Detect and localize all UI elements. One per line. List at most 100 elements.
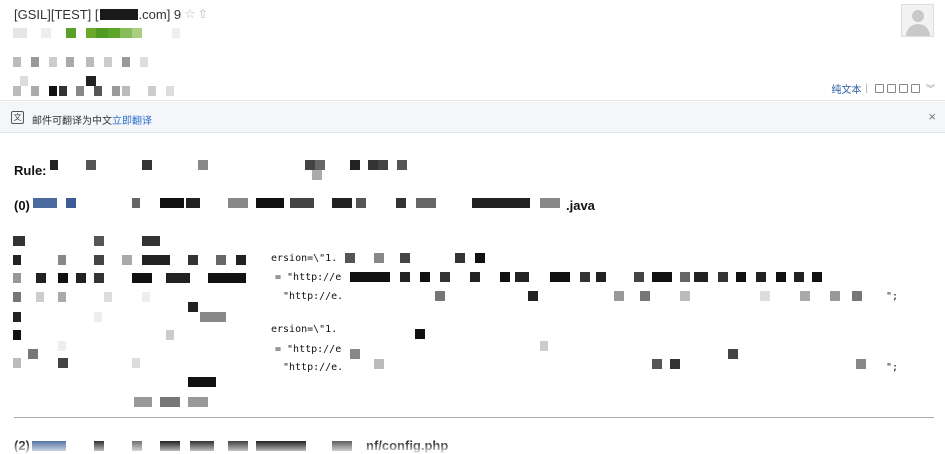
pixel-block bbox=[397, 160, 407, 170]
pixel-block bbox=[76, 86, 84, 96]
pixel-block bbox=[470, 272, 480, 282]
pixel-block bbox=[670, 359, 680, 369]
pixel-block bbox=[132, 28, 142, 38]
print-icon[interactable] bbox=[910, 84, 920, 93]
pixel-block bbox=[31, 86, 39, 96]
pixel-block bbox=[31, 57, 39, 67]
pixel-block bbox=[134, 397, 152, 407]
pixel-block bbox=[350, 272, 390, 282]
sender-redacted-row bbox=[0, 28, 200, 38]
translate-now-link[interactable]: 立即翻译 bbox=[112, 112, 152, 127]
star-icon[interactable]: ☆ bbox=[184, 6, 196, 22]
pixel-block bbox=[540, 341, 548, 351]
pixel-block bbox=[256, 441, 306, 451]
pixel-block bbox=[86, 76, 96, 86]
mail-header: [GSIL][TEST] [ .com] 9 ☆ ⇧ 纯文本 | ︾ bbox=[0, 0, 945, 101]
pixel-block bbox=[122, 86, 130, 96]
pixel-block bbox=[160, 198, 184, 208]
priority-up-icon[interactable]: ⇧ bbox=[198, 7, 208, 21]
pixel-block bbox=[776, 272, 786, 282]
item-2-suffix: nf/config.php bbox=[366, 438, 449, 453]
new-window-icon[interactable] bbox=[874, 84, 884, 93]
pixel-block bbox=[368, 160, 378, 170]
pixel-block bbox=[475, 253, 485, 263]
pixel-block bbox=[416, 198, 436, 208]
section-divider bbox=[14, 417, 934, 418]
pixel-block bbox=[472, 198, 530, 208]
code-redacted-1b bbox=[0, 253, 900, 303]
avatar-head-shape bbox=[912, 10, 924, 22]
pixel-block bbox=[440, 272, 450, 282]
download-icon[interactable] bbox=[898, 84, 908, 93]
pixel-block bbox=[400, 253, 410, 263]
pixel-block bbox=[132, 198, 140, 208]
pixel-block bbox=[228, 441, 248, 451]
plain-text-link[interactable]: 纯文本 bbox=[831, 81, 861, 96]
pixel-block bbox=[160, 441, 180, 451]
print-preview-icon[interactable] bbox=[886, 84, 896, 93]
translate-message: 邮件可翻译为中文 bbox=[32, 116, 112, 127]
pixel-block bbox=[50, 160, 58, 170]
pixel-block bbox=[142, 236, 160, 246]
pixel-block bbox=[728, 349, 738, 359]
avatar-body-shape bbox=[906, 24, 930, 36]
pixel-block bbox=[596, 272, 606, 282]
recipient-redacted-row bbox=[0, 76, 220, 96]
pixel-block bbox=[13, 236, 25, 246]
pixel-block bbox=[94, 441, 104, 451]
pixel-block bbox=[374, 359, 384, 369]
sender-avatar[interactable] bbox=[901, 4, 934, 37]
mail-toolbar: 纯文本 | ︾ bbox=[831, 81, 935, 96]
pixel-block bbox=[830, 291, 840, 301]
item-2-redacted bbox=[0, 441, 370, 453]
pixel-block bbox=[94, 312, 102, 322]
toolbar-separator: | bbox=[865, 83, 868, 94]
pixel-block bbox=[122, 57, 130, 67]
pixel-block bbox=[104, 57, 112, 67]
pixel-block bbox=[332, 441, 352, 451]
pixel-block bbox=[640, 291, 650, 301]
pixel-block bbox=[33, 198, 57, 208]
pixel-block bbox=[96, 28, 108, 38]
pixel-block bbox=[852, 291, 862, 301]
item-2-suffix-wrap: nf/config.php bbox=[366, 438, 448, 453]
pixel-block bbox=[256, 198, 284, 208]
pixel-block bbox=[455, 253, 465, 263]
pixel-block bbox=[312, 170, 322, 180]
item-0-suffix-wrap: .java bbox=[566, 198, 595, 213]
pixel-block bbox=[200, 312, 226, 322]
pixel-block bbox=[66, 28, 76, 38]
pixel-block bbox=[188, 302, 198, 312]
pixel-block bbox=[614, 291, 624, 301]
pixel-block bbox=[540, 198, 560, 208]
pixel-block bbox=[172, 28, 180, 38]
close-icon[interactable]: × bbox=[928, 109, 936, 124]
pixel-block bbox=[420, 272, 430, 282]
pixel-block bbox=[350, 160, 360, 170]
pixel-block bbox=[760, 291, 770, 301]
pixel-block bbox=[500, 272, 510, 282]
pixel-block bbox=[94, 86, 102, 96]
pixel-block bbox=[812, 272, 822, 282]
mail-subject: [GSIL][TEST] [ .com] 9 ☆ ⇧ bbox=[14, 6, 208, 22]
more-chevron-icon[interactable]: ︾ bbox=[926, 82, 935, 95]
item-0-redacted bbox=[0, 198, 570, 210]
pixel-block bbox=[140, 57, 148, 67]
pixel-block bbox=[13, 86, 21, 96]
pixel-block bbox=[580, 272, 590, 282]
pixel-block bbox=[86, 57, 94, 67]
pixel-block bbox=[148, 86, 156, 96]
pixel-block bbox=[190, 441, 214, 451]
pixel-block bbox=[59, 86, 67, 96]
pixel-block bbox=[166, 86, 174, 96]
pixel-block bbox=[20, 76, 28, 86]
pixel-block bbox=[188, 377, 216, 387]
pixel-block bbox=[694, 272, 708, 282]
pixel-block bbox=[32, 441, 66, 451]
pixel-block bbox=[160, 397, 180, 407]
pixel-block bbox=[198, 160, 208, 170]
pixel-block bbox=[634, 272, 644, 282]
pixel-block bbox=[652, 359, 662, 369]
pixel-block bbox=[680, 291, 690, 301]
pixel-block bbox=[186, 198, 200, 208]
